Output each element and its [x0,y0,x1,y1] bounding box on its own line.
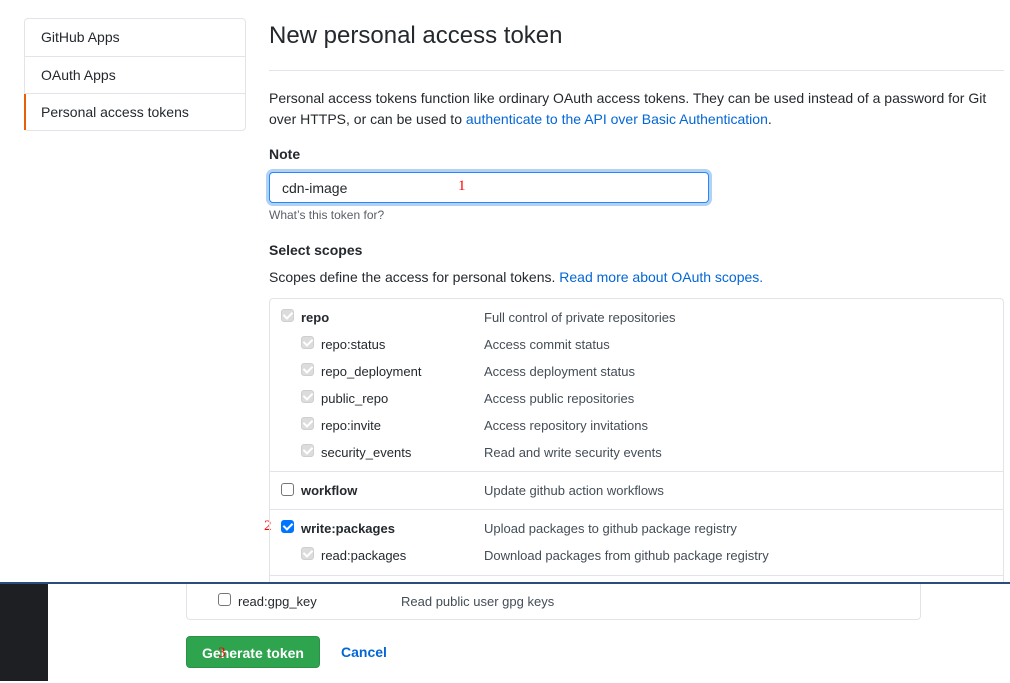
scope-checkbox-repo-deployment[interactable] [301,363,314,376]
sidebar-item-github-apps[interactable]: GitHub Apps [25,19,245,56]
scope-row-repo-deployment: repo_deployment Access deployment status [270,363,1003,383]
sidebar-item-personal-access-tokens[interactable]: Personal access tokens [24,93,245,130]
scope-checkbox-read-packages[interactable] [301,547,314,560]
intro-end: . [767,111,772,127]
sidebar-item-label: OAuth Apps [41,67,116,83]
scope-description: Access deployment status [484,364,636,379]
scope-checkbox-security-events[interactable] [301,444,314,457]
scope-name: repo:invite [321,418,381,433]
scope-row-repo-status: repo:status Access commit status [270,336,1003,356]
scope-row-repo-invite: repo:invite Access repository invitation… [270,417,1003,437]
scope-name: public_repo [321,391,389,406]
scope-description: Full control of private repositories [484,310,676,325]
dark-window-edge [0,584,48,681]
scope-row-security-events: security_events Read and write security … [270,444,1003,464]
scope-row-read-packages: read:packages Download packages from git… [270,547,1003,567]
oauth-scopes-link[interactable]: Read more about OAuth scopes. [559,269,763,285]
scope-description: Access commit status [484,337,610,352]
scope-description: Read and write security events [484,445,662,460]
scope-description: Access repository invitations [484,418,649,433]
generate-token-button[interactable]: Generate token [186,636,320,668]
scope-row-workflow: workflow Update github action workflows [270,482,1003,502]
scope-name: write:packages [301,521,395,536]
scope-checkbox-repo-status[interactable] [301,336,314,349]
scope-name: read:packages [321,548,407,563]
sidebar-item-label: Personal access tokens [41,104,189,120]
scope-name: repo_deployment [321,364,422,379]
basic-auth-link[interactable]: authenticate to the API over Basic Authe… [466,111,768,127]
scope-name: repo:status [321,337,386,352]
scopes-list: repo Full control of private repositorie… [269,298,1004,598]
scope-description: Update github action workflows [484,483,664,498]
scope-checkbox-repo-invite[interactable] [301,417,314,430]
sidebar-item-oauth-apps[interactable]: OAuth Apps [25,56,245,93]
scopes-description-text: Scopes define the access for personal to… [269,269,560,285]
scope-group-divider [270,471,1003,472]
title-divider [269,70,1004,71]
settings-sidebar: GitHub Apps OAuth Apps Personal access t… [24,18,246,131]
scope-checkbox-write-packages[interactable] [281,520,294,533]
annotation-marker-1: 1 [458,178,466,194]
note-label: Note [269,146,301,162]
scope-description: Access public repositories [484,391,635,406]
scope-group-divider [270,575,1003,576]
scopes-label: Select scopes [269,242,363,258]
scope-checkbox-read-gpg-key[interactable] [218,593,231,606]
cancel-link[interactable]: Cancel [341,644,387,660]
scope-description: Read public user gpg keys [401,594,555,609]
scope-row-public-repo: public_repo Access public repositories [270,390,1003,410]
intro-paragraph: Personal access tokens function like ord… [269,88,999,130]
scope-group-divider [270,509,1003,510]
scope-description: Download packages from github package re… [484,548,769,563]
note-hint: What’s this token for? [269,208,385,222]
scope-name: workflow [301,483,358,498]
scope-row-repo: repo Full control of private repositorie… [270,309,1003,329]
sidebar-item-label: GitHub Apps [41,29,120,45]
scope-description: Upload packages to github package regist… [484,521,737,536]
scope-checkbox-public-repo[interactable] [301,390,314,403]
annotation-marker-3: 3 [218,645,226,661]
scope-name: security_events [321,445,412,460]
scopes-description: Scopes define the access for personal to… [269,269,763,285]
note-input[interactable] [269,172,709,203]
scope-name: repo [301,310,330,325]
scope-checkbox-workflow[interactable] [281,483,294,496]
page-title: New personal access token [269,22,563,49]
scope-name: read:gpg_key [238,594,317,609]
scopes-list-gpg-section: read:gpg_key Read public user gpg keys [186,584,921,620]
scope-row-write-packages: write:packages Upload packages to github… [270,520,1003,540]
scope-checkbox-repo[interactable] [281,309,294,322]
